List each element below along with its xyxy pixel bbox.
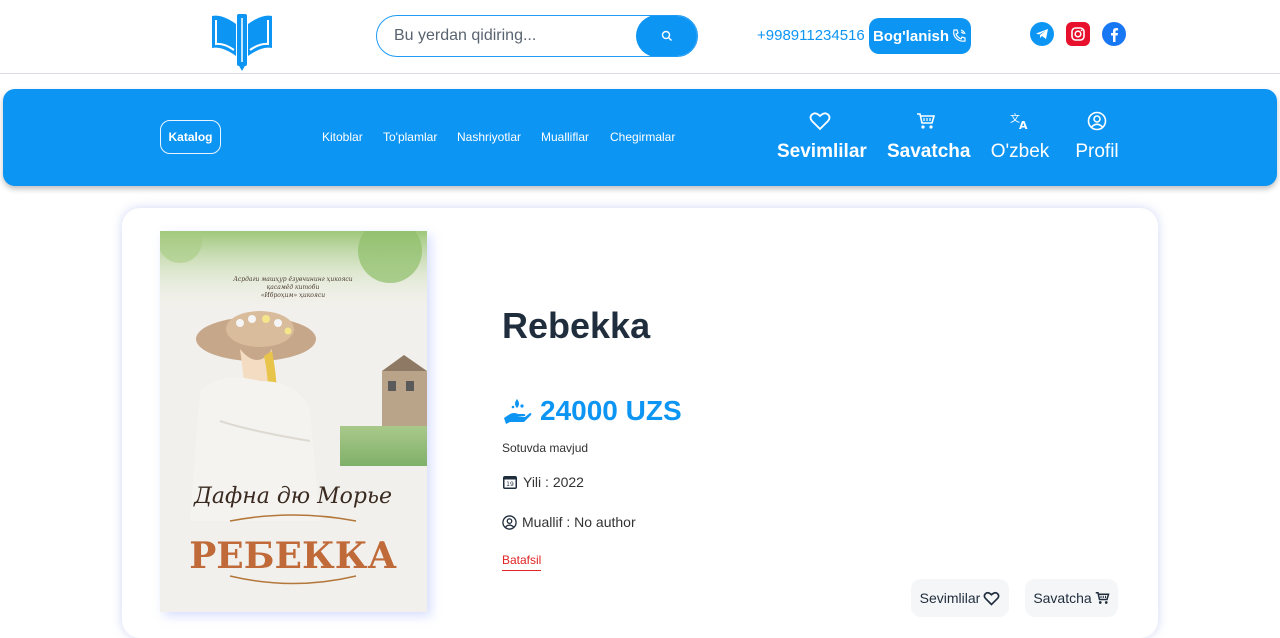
cover-top-text-1: Асрдаги машҳур ёзувчининг ҳикояси [232, 276, 352, 283]
add-to-cart-button[interactable]: Savatcha [1025, 579, 1118, 617]
search-bar [376, 15, 698, 57]
translate-icon: 文A [988, 109, 1052, 133]
author-user-icon [502, 514, 517, 530]
add-to-favorites-label: Sevimlilar [919, 590, 981, 606]
nav-language-label: O'zbek [990, 141, 1050, 162]
cover-title-text: РЕБЕККА [189, 535, 397, 577]
search-button[interactable] [636, 16, 697, 56]
cover-top-text-3: «Иброҳим» ҳикояси [261, 292, 325, 299]
svg-text:19: 19 [506, 481, 514, 488]
search-icon [661, 30, 672, 41]
product-author: Muallif : No author [522, 514, 636, 530]
contact-button[interactable]: Bog'lanish [869, 18, 971, 54]
nav-link-mualliflar[interactable]: Mualliflar [541, 130, 589, 144]
instagram-icon[interactable] [1066, 22, 1090, 46]
product-title: Rebekka [502, 305, 651, 346]
heart-icon [983, 591, 1000, 606]
price-hand-icon [504, 399, 532, 424]
nav-language[interactable]: 文A O'zbek [988, 109, 1052, 163]
nav-link-kitoblar[interactable]: Kitoblar [322, 130, 363, 144]
contact-button-label: Bog'lanish [872, 27, 950, 45]
telegram-icon[interactable] [1030, 22, 1054, 46]
nav-cart-label: Savatcha [887, 141, 971, 162]
year-row: 19 Yili : 2022 [502, 474, 584, 490]
facebook-icon[interactable] [1102, 22, 1126, 46]
user-icon [1072, 109, 1122, 133]
price-row: 24000 UZS [502, 395, 682, 427]
nav-cart[interactable]: Savatcha [887, 109, 971, 163]
search-input[interactable] [377, 16, 639, 56]
cover-top-text-2: қасамёд китоби [267, 284, 320, 291]
phone-number[interactable]: +998911234516 [757, 27, 865, 44]
logo-icon[interactable] [208, 8, 276, 72]
main-nav: Katalog Kitoblar To'plamlar Nashriyotlar… [3, 89, 1277, 186]
product-price: 24000 UZS [540, 395, 682, 426]
top-bar: +998911234516 Bog'lanish [0, 0, 1280, 74]
phone-call-icon [953, 29, 966, 42]
author-row: Muallif : No author [502, 514, 636, 530]
details-link[interactable]: Batafsil [502, 553, 542, 571]
nav-link-nashriyotlar[interactable]: Nashriyotlar [457, 130, 521, 144]
calendar-icon: 19 [503, 476, 517, 489]
nav-profile[interactable]: Profil [1072, 109, 1122, 163]
add-to-cart-label: Savatcha [1033, 590, 1092, 606]
nav-link-chegirmalar[interactable]: Chegirmalar [610, 130, 675, 144]
publication-year: Yili : 2022 [523, 474, 584, 490]
cart-icon [1095, 592, 1110, 604]
nav-profile-label: Profil [1075, 141, 1119, 162]
nav-favorites-label: Sevimlilar [777, 141, 867, 162]
stock-status: Sotuvda mavjud [502, 441, 589, 455]
svg-text:A: A [1019, 119, 1028, 130]
nav-link-toplamlar[interactable]: To'plamlar [383, 130, 437, 144]
add-to-favorites-button[interactable]: Sevimlilar [911, 579, 1009, 617]
heart-icon [777, 109, 863, 133]
katalog-button[interactable]: Katalog [160, 120, 221, 154]
nav-favorites[interactable]: Sevimlilar [777, 109, 867, 163]
cart-icon [887, 109, 965, 133]
cover-author-text: Дафна дю Морье [193, 484, 392, 509]
book-cover-image[interactable]: Асрдаги машҳур ёзувчининг ҳикояси қасамё… [160, 231, 427, 612]
